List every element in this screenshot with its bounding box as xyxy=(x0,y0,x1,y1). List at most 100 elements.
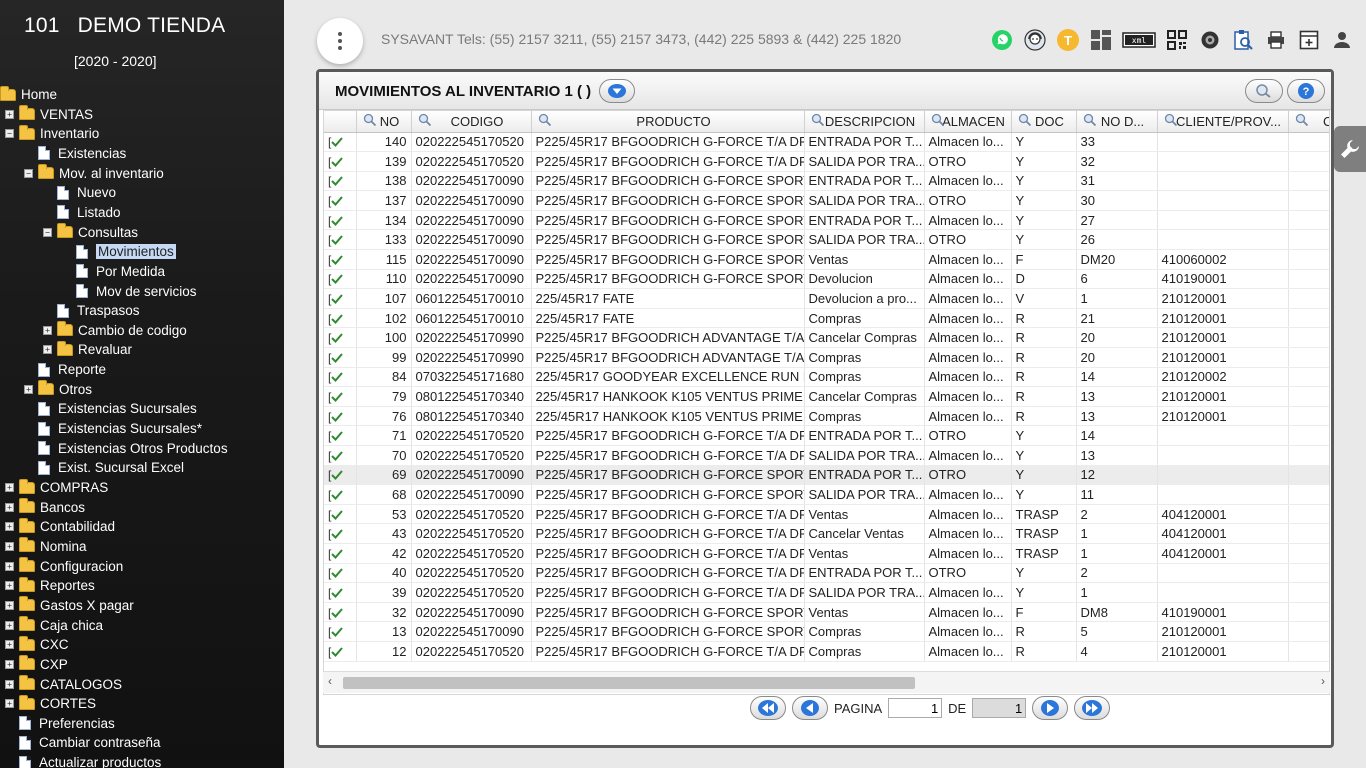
column-header-select[interactable] xyxy=(324,111,357,133)
row-select-cell[interactable]: [ xyxy=(324,190,357,211)
table-row[interactable]: [39 020222545170520 P225/45R17 BFGOODRICH … xyxy=(324,582,1329,603)
tree-item-gastos-x-pagar[interactable]: + Gastos X pagar xyxy=(5,596,134,615)
checkmark-icon[interactable]: [ xyxy=(328,645,344,659)
column-header[interactable]: CODIGO xyxy=(411,111,532,133)
row-select-cell[interactable]: [ xyxy=(324,327,357,349)
expand-icon[interactable]: + xyxy=(43,345,52,355)
page-input[interactable] xyxy=(888,698,943,718)
row-select-cell[interactable]: [ xyxy=(324,367,357,388)
tree-item-cxc[interactable]: + CXC xyxy=(5,635,69,654)
expand-icon[interactable]: + xyxy=(5,699,14,709)
expand-icon[interactable]: + xyxy=(5,679,14,689)
support-agent-icon[interactable] xyxy=(1023,28,1047,52)
tree-item-existencias-sucursales[interactable]: Existencias Sucursales* xyxy=(24,419,202,438)
checkmark-icon[interactable]: [ xyxy=(328,429,344,443)
tree-item-mov-de-servicios[interactable]: Mov de servicios xyxy=(62,282,197,301)
next-page-button[interactable] xyxy=(1032,696,1069,720)
table-row[interactable]: [70 020222545170520 P225/45R17 BFGOODRICH … xyxy=(324,445,1329,466)
checkmark-icon[interactable]: [ xyxy=(328,174,344,188)
expand-icon[interactable]: + xyxy=(5,561,14,571)
table-row[interactable]: [13 020222545170090 P225/45R17 BFGOODRICH … xyxy=(324,621,1329,642)
column-header[interactable]: ALMACEN xyxy=(924,111,1012,133)
row-select-cell[interactable]: [ xyxy=(324,151,357,172)
tree-item-caja-chica[interactable]: + Caja chica xyxy=(5,616,103,635)
tree-item-cambio-de-codigo[interactable]: + Cambio de codigo xyxy=(43,321,187,340)
tree-item-reportes[interactable]: + Reportes xyxy=(5,576,95,595)
column-header[interactable]: CA xyxy=(1288,111,1329,133)
expand-icon[interactable]: + xyxy=(5,581,14,591)
expand-icon[interactable]: + xyxy=(43,325,52,335)
horizontal-scrollbar[interactable]: ‹ › xyxy=(323,671,1330,693)
printer-icon[interactable] xyxy=(1264,28,1288,52)
row-select-cell[interactable]: [ xyxy=(324,406,357,427)
table-row[interactable]: [69 020222545170090 P225/45R17 BFGOODRICH … xyxy=(324,465,1329,486)
tree-item-reporte[interactable]: Reporte xyxy=(24,360,106,379)
row-select-cell[interactable]: [ xyxy=(324,563,357,584)
checkmark-icon[interactable]: [ xyxy=(328,547,344,561)
row-select-cell[interactable]: [ xyxy=(324,602,357,623)
row-select-cell[interactable]: [ xyxy=(324,210,357,231)
column-search-icon[interactable] xyxy=(1018,113,1032,130)
table-row[interactable]: [68 020222545170090 P225/45R17 BFGOODRICH … xyxy=(324,484,1329,505)
checkmark-icon[interactable]: [ xyxy=(328,194,344,208)
checkmark-icon[interactable]: [ xyxy=(328,272,344,286)
settings-tab[interactable] xyxy=(1334,126,1366,172)
table-row[interactable]: [115 020222545170090 P225/45R17 BFGOODRICH… xyxy=(324,249,1329,270)
table-row[interactable]: [12 020222545170520 P225/45R17 BFGOODRICH … xyxy=(324,641,1329,662)
expand-icon[interactable]: + xyxy=(5,640,14,650)
collapse-icon[interactable]: − xyxy=(43,227,52,237)
checkmark-icon[interactable]: [ xyxy=(328,390,344,404)
checkmark-icon[interactable]: [ xyxy=(328,155,344,169)
column-search-icon[interactable] xyxy=(1083,113,1097,130)
row-select-cell[interactable]: [ xyxy=(324,582,357,603)
tree-item-consultas[interactable]: − Consultas xyxy=(43,223,138,242)
row-select-cell[interactable]: [ xyxy=(324,465,357,486)
column-search-icon[interactable] xyxy=(811,113,825,130)
expand-icon[interactable]: + xyxy=(5,541,14,551)
tree-item-revaluar[interactable]: + Revaluar xyxy=(43,340,132,359)
row-select-cell[interactable]: [ xyxy=(324,171,357,192)
table-row[interactable]: [43 020222545170520 P225/45R17 BFGOODRICH … xyxy=(324,523,1329,544)
add-window-icon[interactable] xyxy=(1297,28,1321,52)
tree-item-cortes[interactable]: + CORTES xyxy=(5,694,96,713)
expand-icon[interactable]: + xyxy=(5,659,14,669)
table-row[interactable]: [138 020222545170090 P225/45R17 BFGOODRICH… xyxy=(324,171,1329,192)
collapse-icon[interactable]: − xyxy=(24,168,33,178)
checkmark-icon[interactable]: [ xyxy=(328,135,344,149)
expand-icon[interactable]: + xyxy=(24,384,33,394)
tree-item-catalogos[interactable]: + CATALOGOS xyxy=(5,675,122,694)
tire-icon[interactable] xyxy=(1198,28,1222,52)
tree-item-traspasos[interactable]: Traspasos xyxy=(43,301,140,320)
row-select-cell[interactable]: [ xyxy=(324,504,357,525)
tree-item-cxp[interactable]: + CXP xyxy=(5,655,68,674)
row-select-cell[interactable]: [ xyxy=(324,229,357,251)
checkmark-icon[interactable]: [ xyxy=(328,527,344,541)
expand-icon[interactable]: + xyxy=(5,600,14,610)
last-page-button[interactable] xyxy=(1074,696,1111,720)
table-row[interactable]: [84 070322545171680 225/45R17 GOODYEAR EXC… xyxy=(324,367,1329,388)
row-select-cell[interactable]: [ xyxy=(324,543,357,564)
tree-item-bancos[interactable]: + Bancos xyxy=(5,498,85,517)
collapse-icon[interactable]: − xyxy=(5,129,14,139)
column-header[interactable]: NO xyxy=(356,111,412,133)
expand-icon[interactable]: + xyxy=(5,620,14,630)
column-header[interactable]: CLIENTE/PROV... xyxy=(1157,111,1289,133)
row-select-cell[interactable]: [ xyxy=(324,621,357,642)
table-row[interactable]: [76 080122545170340 225/45R17 HANKOOK K105… xyxy=(324,406,1329,427)
table-row[interactable]: [32 020222545170090 P225/45R17 BFGOODRICH … xyxy=(324,602,1329,623)
column-search-icon[interactable] xyxy=(1295,113,1309,130)
tree-item-otros[interactable]: + Otros xyxy=(24,380,92,399)
tree-item-configuracion[interactable]: + Configuracion xyxy=(5,557,123,576)
checkmark-icon[interactable]: [ xyxy=(328,233,344,247)
checkmark-icon[interactable]: [ xyxy=(328,370,344,384)
tree-item-exist-sucursal-excel[interactable]: Exist. Sucursal Excel xyxy=(24,458,184,477)
column-header[interactable]: DESCRIPCION xyxy=(804,111,925,133)
checkmark-icon[interactable]: [ xyxy=(328,625,344,639)
checkmark-icon[interactable]: [ xyxy=(328,606,344,620)
column-header[interactable]: DOC xyxy=(1011,111,1077,133)
search-button[interactable] xyxy=(1245,79,1283,103)
more-options-button[interactable] xyxy=(317,18,363,64)
row-select-cell[interactable]: [ xyxy=(324,425,357,446)
tree-item-compras[interactable]: + COMPRAS xyxy=(5,478,108,497)
tree-item-nomina[interactable]: + Nomina xyxy=(5,537,87,556)
